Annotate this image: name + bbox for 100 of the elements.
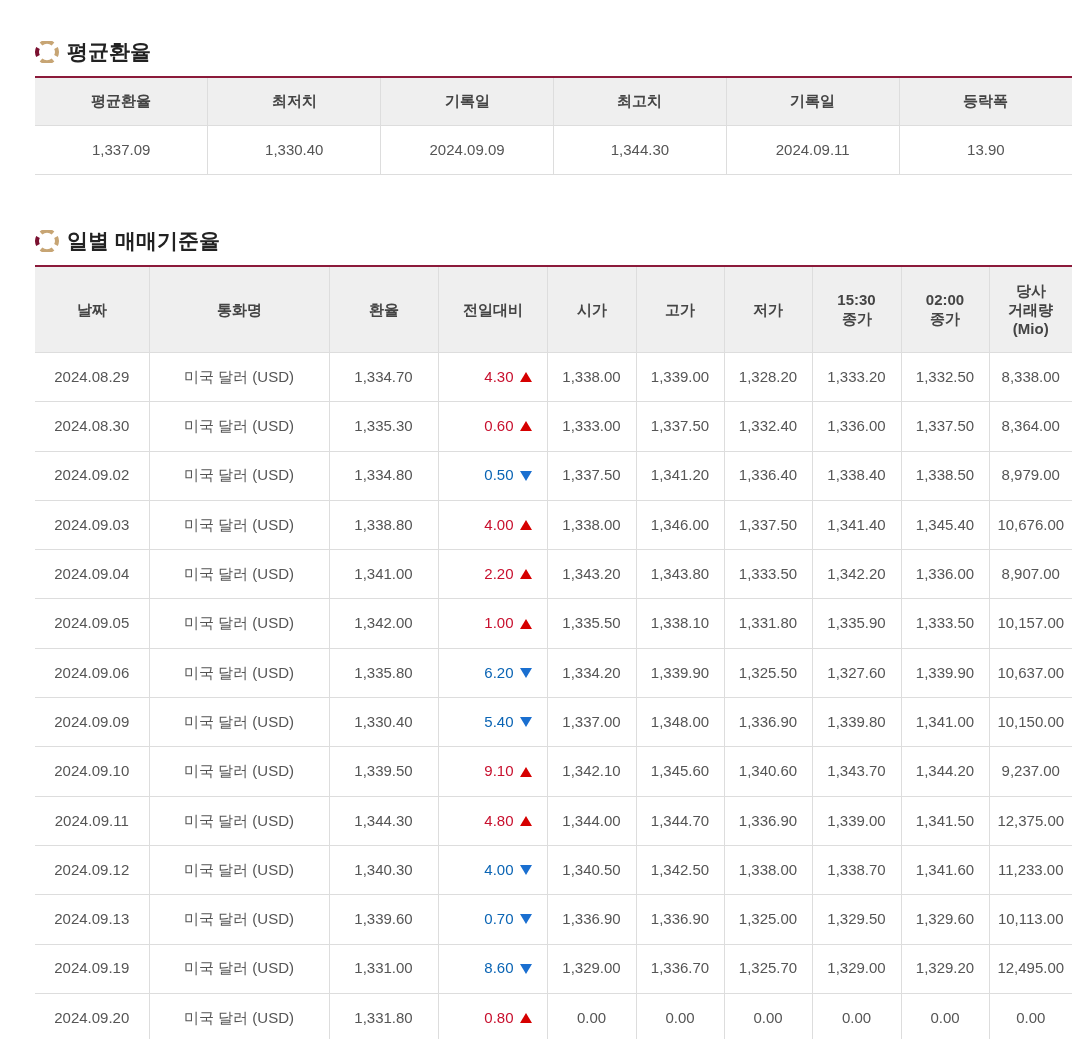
table-cell: 1,338.50 [901,451,989,501]
triangle-up-icon [519,421,532,432]
change-value: 4.00 [484,859,514,880]
table-cell: 1,338.70 [812,845,901,895]
column-header: 기록일 [726,77,900,126]
table-cell: 1,339.90 [901,648,989,698]
column-header: 최고치 [553,77,727,126]
table-cell: 1,337.09 [35,125,208,175]
triangle-down-icon [519,667,532,678]
table-cell: 미국 달러 (USD) [149,500,329,550]
table-cell: 미국 달러 (USD) [149,944,329,994]
column-header: 통화명 [149,266,329,353]
table-cell: 1,333.20 [812,352,901,402]
table-cell: 1,329.50 [812,894,901,945]
column-header: 평균환율 [35,77,208,126]
table-cell: 1,334.20 [547,648,636,698]
table-cell: 2024.08.29 [35,352,149,402]
section-title: 평균환율 [67,39,151,65]
table-cell: 2024.09.05 [35,599,149,649]
table-cell: 1,340.30 [329,845,438,895]
table-cell: 미국 달러 (USD) [149,451,329,501]
ring-icon [35,229,59,252]
table-cell: 미국 달러 (USD) [149,746,329,797]
table-cell: 1,325.70 [724,944,812,994]
triangle-up-icon [519,1013,532,1023]
table-cell: 1,337.50 [636,401,724,452]
table-cell: 2024.09.19 [35,944,149,994]
triangle-down-icon [519,914,532,925]
table-cell: 1,342.20 [812,549,901,599]
table-cell: 8,979.00 [989,451,1072,501]
table-cell: 1,336.70 [636,944,724,994]
column-header: 02:00 종가 [901,266,989,353]
table-cell: 2024.09.04 [35,549,149,599]
table-cell: 1,330.40 [329,697,438,747]
table-cell: 미국 달러 (USD) [149,599,329,649]
table-cell: 10,157.00 [989,599,1072,649]
table-cell: 1,335.90 [812,599,901,649]
table-cell: 1,336.90 [724,796,812,846]
table-cell: 1,329.00 [812,944,901,994]
column-header: 최저치 [207,77,381,126]
table-cell: 1,336.40 [724,451,812,501]
table-cell: 미국 달러 (USD) [149,796,329,846]
table-cell: 1,339.60 [329,894,438,945]
table-cell: 2024.09.09 [380,125,554,175]
table-cell: 1,341.00 [329,549,438,599]
table-cell: 1,334.70 [329,352,438,402]
change-value: 0.50 [484,465,514,486]
table-cell: 1,335.50 [547,599,636,649]
table-cell: 10,150.00 [989,697,1072,747]
table-cell: 1,338.00 [547,352,636,402]
column-header: 전일대비 [438,266,547,353]
table-cell: 1,345.40 [901,500,989,550]
table-cell: 1,342.00 [329,599,438,649]
table-cell: 2024.09.11 [35,796,149,846]
change-value: 0.70 [484,909,514,930]
table-cell: 1,339.90 [636,648,724,698]
column-header: 시가 [547,266,636,353]
table-cell: 1,330.40 [207,125,381,175]
triangle-down-icon [519,470,532,481]
triangle-down-icon [519,963,532,974]
table-cell: 1,338.00 [547,500,636,550]
table-cell: 2024.09.02 [35,451,149,501]
triangle-up-icon [519,766,532,777]
table-cell: 0.00 [989,993,1072,1039]
table-cell: 1,336.90 [724,697,812,747]
triangle-down-icon [519,717,532,728]
table-cell: 2024.09.12 [35,845,149,895]
table-cell: 1,328.20 [724,352,812,402]
column-header: 당사 거래량 (Mio) [989,266,1072,353]
table-cell: 0.00 [812,993,901,1039]
table-cell: 1,332.40 [724,401,812,452]
table-cell: 1,341.00 [901,697,989,747]
column-header: 저가 [724,266,812,353]
table-cell: 13.90 [899,125,1072,175]
triangle-down-icon [519,865,532,876]
table-cell: 2024.09.09 [35,697,149,747]
table-cell: 미국 달러 (USD) [149,648,329,698]
table-cell: 1,344.20 [901,746,989,797]
table-cell: 12,495.00 [989,944,1072,994]
triangle-up-icon [519,618,532,629]
table-cell: 미국 달러 (USD) [149,697,329,747]
table-cell: 10,113.00 [989,894,1072,945]
column-header: 날짜 [35,266,149,353]
table-cell: 1,333.50 [901,599,989,649]
table-cell: 1,337.00 [547,697,636,747]
column-header: 고가 [636,266,724,353]
table-cell: 1,339.80 [812,697,901,747]
table-cell: 1,341.50 [901,796,989,846]
table-cell: 2024.09.06 [35,648,149,698]
table-cell: 1,331.80 [724,599,812,649]
change-value: 4.80 [484,810,514,831]
table-cell: 1,335.30 [329,401,438,452]
table-cell: 1,344.30 [329,796,438,846]
change-value: 4.00 [484,514,514,535]
table-cell: 1,340.60 [724,746,812,797]
change-value: 6.20 [484,662,514,683]
table-cell: 미국 달러 (USD) [149,401,329,452]
table-cell: 1,333.50 [724,549,812,599]
table-cell: 1,336.00 [901,549,989,599]
change-value: 5.40 [484,711,514,732]
